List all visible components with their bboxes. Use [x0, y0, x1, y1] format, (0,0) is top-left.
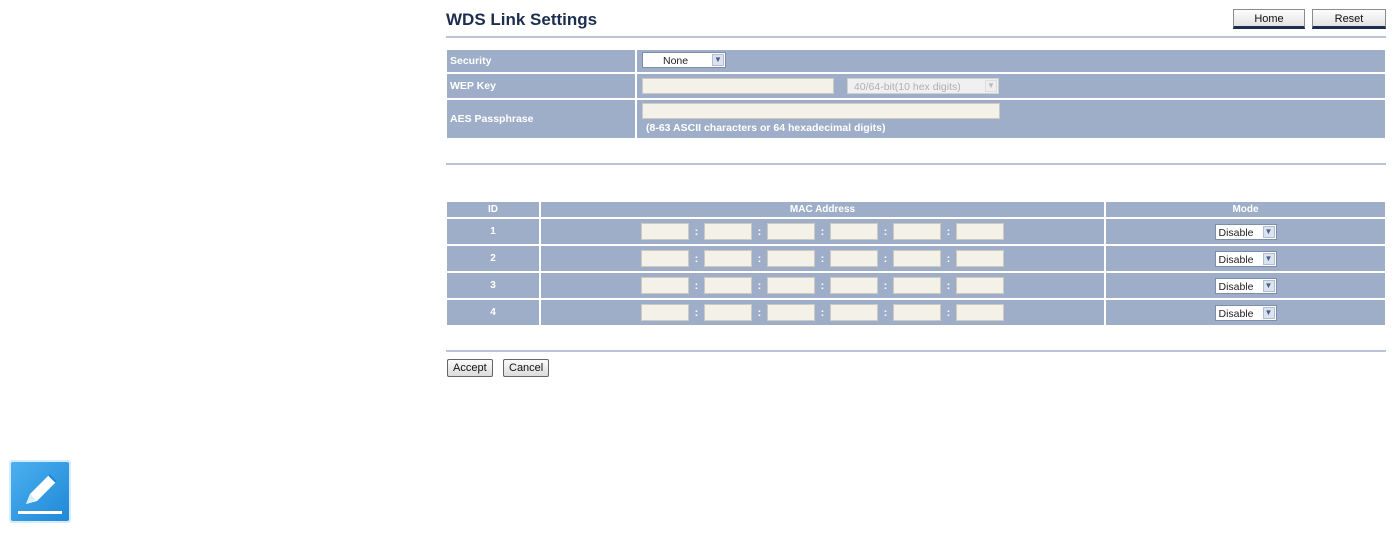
mode-select[interactable]: Disable ▼ — [1214, 304, 1277, 321]
mac-octet-3[interactable] — [767, 223, 815, 240]
cancel-button[interactable]: Cancel — [503, 359, 550, 377]
mac-address-fields: ::::: — [540, 299, 1105, 326]
mac-colon: : — [820, 306, 825, 319]
mac-colon: : — [694, 279, 699, 292]
mac-octet-1[interactable] — [641, 223, 689, 240]
wep-key-length-select[interactable]: 40/64-bit(10 hex digits) ▼ — [846, 78, 999, 94]
mac-octet-4[interactable] — [830, 223, 878, 240]
row-id: 3 — [446, 272, 540, 299]
mac-octet-5[interactable] — [893, 223, 941, 240]
pencil-note-icon — [9, 460, 71, 523]
section-divider — [446, 163, 1386, 165]
chevron-down-icon: ▼ — [712, 53, 724, 66]
mac-octet-2[interactable] — [704, 277, 752, 294]
wds-mac-table: ID MAC Address Mode 1 ::::: Disable ▼ 2 … — [446, 201, 1386, 326]
chevron-down-icon: ▼ — [1262, 279, 1275, 292]
mac-colon: : — [757, 279, 762, 292]
mode-select[interactable]: Disable ▼ — [1214, 277, 1277, 294]
mac-octet-4[interactable] — [830, 250, 878, 267]
mac-octet-1[interactable] — [641, 250, 689, 267]
mac-colon: : — [757, 225, 762, 238]
mac-colon: : — [820, 252, 825, 265]
mac-octet-1[interactable] — [641, 304, 689, 321]
mac-octet-6[interactable] — [956, 250, 1004, 267]
mac-octet-3[interactable] — [767, 277, 815, 294]
row-id: 2 — [446, 245, 540, 272]
mac-colon: : — [946, 225, 951, 238]
mac-colon: : — [820, 279, 825, 292]
mac-octet-4[interactable] — [830, 304, 878, 321]
mac-octet-2[interactable] — [704, 223, 752, 240]
mac-address-fields: ::::: — [540, 218, 1105, 245]
mac-colon: : — [946, 252, 951, 265]
mac-octet-5[interactable] — [893, 250, 941, 267]
page-title: WDS Link Settings — [446, 10, 598, 29]
row-id: 4 — [446, 299, 540, 326]
wep-key-input[interactable] — [642, 78, 834, 94]
mac-colon: : — [820, 225, 825, 238]
security-select[interactable]: None ▼ — [642, 51, 726, 68]
chevron-down-icon: ▼ — [1262, 252, 1275, 265]
chevron-down-icon: ▼ — [1262, 225, 1275, 238]
mac-address-fields: ::::: — [540, 272, 1105, 299]
mac-octet-6[interactable] — [956, 304, 1004, 321]
mac-octet-3[interactable] — [767, 304, 815, 321]
mac-octet-2[interactable] — [704, 304, 752, 321]
mac-column-header: MAC Address — [540, 201, 1105, 218]
mac-octet-5[interactable] — [893, 277, 941, 294]
wds-row-3: 3 ::::: Disable ▼ — [446, 272, 1386, 299]
wep-key-label: WEP Key — [446, 73, 636, 99]
reset-button[interactable]: Reset — [1312, 9, 1386, 29]
mac-colon: : — [946, 306, 951, 319]
title-divider — [446, 36, 1386, 38]
pencil-icon — [18, 474, 62, 514]
mac-colon: : — [694, 306, 699, 319]
mac-colon: : — [757, 252, 762, 265]
mac-colon: : — [883, 252, 888, 265]
security-settings-table: Security None ▼ WEP Key 40/64-bit(10 hex… — [446, 49, 1386, 139]
mac-address-fields: ::::: — [540, 245, 1105, 272]
mac-octet-6[interactable] — [956, 223, 1004, 240]
row-id: 1 — [446, 218, 540, 245]
aes-passphrase-input[interactable] — [642, 103, 1000, 119]
wds-row-1: 1 ::::: Disable ▼ — [446, 218, 1386, 245]
chevron-down-icon: ▼ — [1262, 306, 1275, 319]
mac-octet-2[interactable] — [704, 250, 752, 267]
security-label: Security — [446, 49, 636, 73]
mac-colon: : — [694, 225, 699, 238]
home-button[interactable]: Home — [1233, 9, 1305, 29]
mac-colon: : — [883, 306, 888, 319]
mode-select[interactable]: Disable ▼ — [1214, 223, 1277, 240]
mac-colon: : — [883, 225, 888, 238]
mac-colon: : — [883, 279, 888, 292]
aes-passphrase-label: AES Passphrase — [446, 99, 636, 139]
mac-colon: : — [694, 252, 699, 265]
mac-octet-1[interactable] — [641, 277, 689, 294]
accept-button[interactable]: Accept — [447, 359, 493, 377]
id-column-header: ID — [446, 201, 540, 218]
mac-octet-3[interactable] — [767, 250, 815, 267]
aes-passphrase-hint: (8-63 ASCII characters or 64 hexadecimal… — [646, 122, 886, 134]
mac-octet-4[interactable] — [830, 277, 878, 294]
mac-octet-6[interactable] — [956, 277, 1004, 294]
wds-row-2: 2 ::::: Disable ▼ — [446, 245, 1386, 272]
mac-octet-5[interactable] — [893, 304, 941, 321]
mac-colon: : — [946, 279, 951, 292]
chevron-down-icon: ▼ — [984, 80, 997, 92]
mode-column-header: Mode — [1105, 201, 1386, 218]
footer-divider — [446, 350, 1386, 352]
wds-row-4: 4 ::::: Disable ▼ — [446, 299, 1386, 326]
mode-select[interactable]: Disable ▼ — [1214, 250, 1277, 267]
mac-colon: : — [757, 306, 762, 319]
